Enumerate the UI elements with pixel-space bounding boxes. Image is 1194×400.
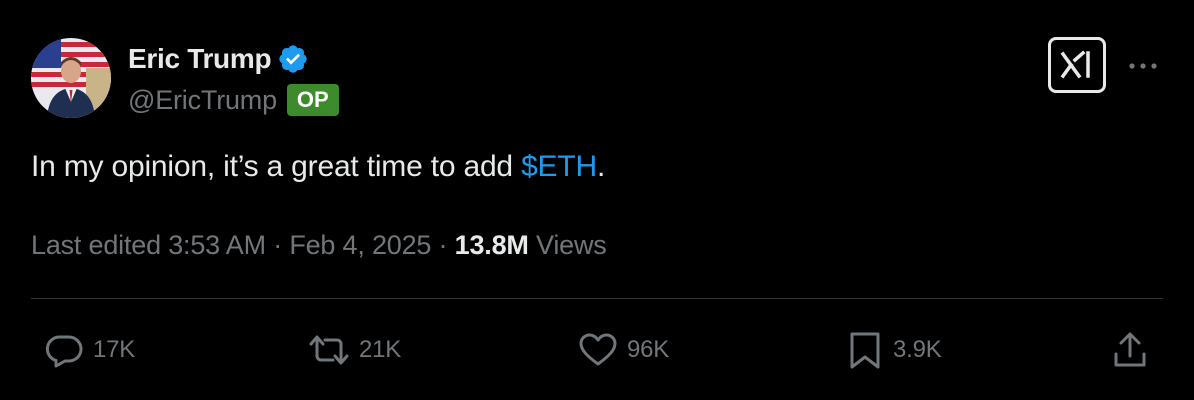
tweet-text-after: . (596, 150, 606, 183)
avatar[interactable] (31, 38, 111, 118)
edited-label[interactable]: Last edited (31, 230, 161, 260)
reply-count: 17K (93, 336, 136, 363)
op-badge: OP (286, 84, 339, 116)
tweet-time[interactable]: 3:53 AM (168, 230, 266, 260)
cashtag-link[interactable]: $ETH (521, 150, 597, 183)
tweet-text-before: In my opinion, it’s a great time to add (31, 150, 522, 183)
bookmark-count: 3.9K (893, 336, 942, 363)
share-button[interactable] (1111, 322, 1149, 378)
meta-separator: · (273, 230, 282, 260)
heart-icon (577, 332, 619, 368)
like-count: 96K (627, 336, 670, 363)
repost-button[interactable]: 21K (307, 322, 401, 378)
bookmark-icon (845, 330, 885, 370)
xai-logo-icon[interactable] (1048, 37, 1106, 93)
meta-separator: · (438, 230, 448, 260)
author-handle-row: @EricTrump OP (128, 82, 339, 118)
divider (31, 298, 1163, 299)
tweet-meta: Last edited 3:53 AM · Feb 4, 2025 · 13.8… (31, 230, 607, 261)
share-upload-icon (1111, 330, 1149, 370)
author-handle[interactable]: @EricTrump (128, 85, 277, 116)
views-label: Views (536, 230, 607, 260)
tweet-card: Eric Trump @EricTrump OP In my opinion, … (0, 0, 1194, 400)
tweet-text: In my opinion, it’s a great time to add … (31, 150, 605, 184)
reply-button[interactable]: 17K (43, 322, 135, 378)
verified-badge-icon[interactable] (277, 43, 309, 75)
author-display-name[interactable]: Eric Trump (128, 43, 272, 75)
tweet-date[interactable]: Feb 4, 2025 (289, 230, 431, 260)
views-count: 13.8M (454, 230, 529, 260)
more-dots-icon[interactable] (1127, 52, 1159, 80)
action-bar: 17K 21K 96K 3.9K (31, 322, 1163, 378)
repost-arrows-icon (307, 332, 351, 368)
bookmark-button[interactable]: 3.9K (845, 322, 942, 378)
repost-count: 21K (359, 336, 402, 363)
like-button[interactable]: 96K (577, 322, 669, 378)
author-name-row: Eric Trump (128, 42, 309, 76)
reply-bubble-icon (43, 332, 85, 368)
